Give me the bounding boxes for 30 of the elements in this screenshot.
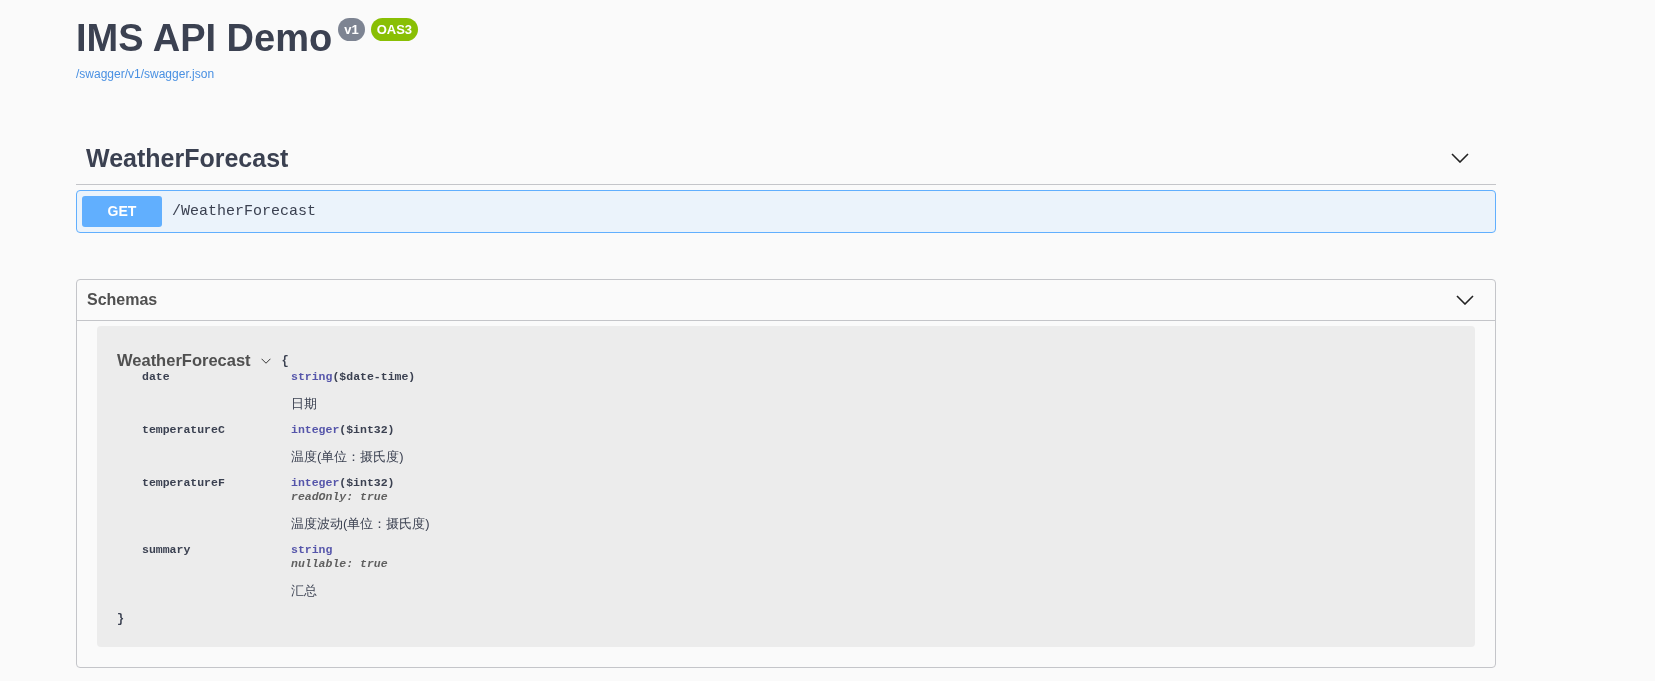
property-name: summary (142, 543, 191, 557)
property-attribute-label: nullable: true (291, 557, 388, 570)
property-description: 日期 (291, 396, 317, 411)
property-format: ($int32) (339, 476, 395, 489)
closing-brace: } (117, 612, 125, 626)
property-name: date (142, 370, 170, 384)
operation-row[interactable]: GET /WeatherForecast (76, 190, 1496, 233)
chevron-down-icon[interactable] (1456, 295, 1474, 305)
version-badge: v1 (338, 18, 365, 41)
property-type: string (291, 543, 333, 556)
chevron-down-icon[interactable] (1451, 153, 1469, 163)
model-name[interactable]: WeatherForecast (117, 351, 251, 370)
property-type: integer (291, 476, 340, 489)
property-name: temperatureF (142, 476, 225, 490)
section-title[interactable]: Schemas (87, 290, 158, 310)
property-format: ($int32) (339, 423, 395, 436)
property-type: string (291, 370, 333, 383)
property-format: ($date-time) (332, 370, 416, 383)
property-description: 温度(单位：摄氏度) (291, 449, 404, 464)
property-attribute-label: readOnly: true (291, 490, 388, 503)
property-description: 温度波动(单位：摄氏度) (291, 516, 430, 531)
version-badge: OAS3 (370, 18, 419, 41)
property-description: 汇总 (291, 583, 317, 598)
tag-title[interactable]: WeatherForecast (86, 143, 289, 173)
property-type: integer (291, 423, 340, 436)
operation-path: /WeatherForecast (172, 203, 317, 220)
opening-brace: { (281, 353, 289, 368)
method-badge: GET (82, 196, 162, 227)
property-name: temperatureC (142, 423, 225, 437)
page-title: IMS API Demo (76, 16, 333, 61)
